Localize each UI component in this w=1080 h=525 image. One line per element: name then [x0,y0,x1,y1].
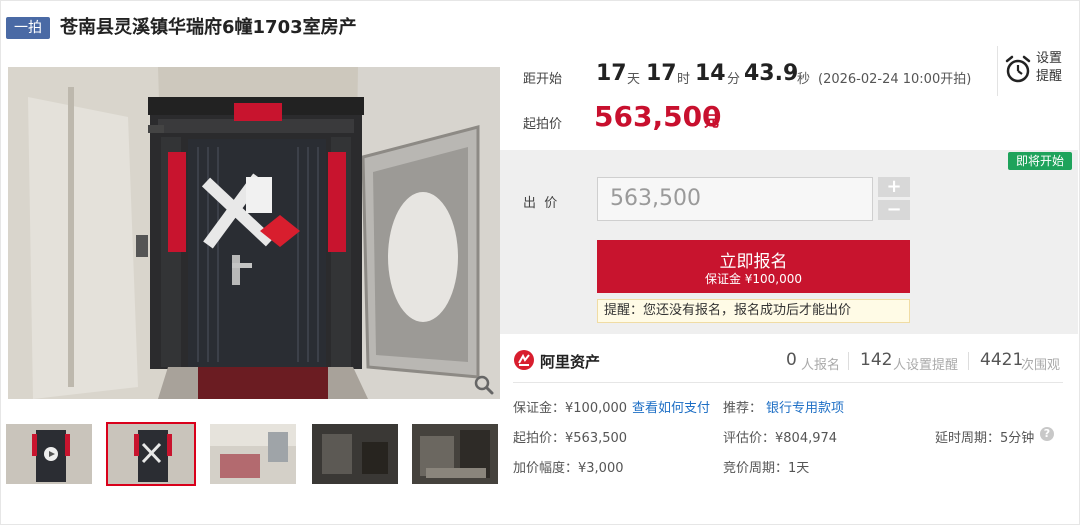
start-price-unit: 元 [704,112,720,130]
stat-divider [848,352,849,370]
org-name: 阿里资产 [540,353,601,371]
countdown-label: 距开始 [523,72,563,87]
set-reminder-line2: 提醒 [1036,69,1063,84]
set-reminder-line1: 设置 [1036,51,1063,66]
deposit-info: 保证金：¥100,000 [513,401,628,416]
reminder-count-label: 人设置提醒 [893,358,959,373]
apply-now-button[interactable]: 立即报名 保证金 ¥100,000 [597,240,910,293]
bid-label: 出 价 [523,196,558,211]
increment-info: 加价幅度：¥3,000 [513,461,624,476]
view-count: 4421 [980,350,1024,370]
increase-bid-button[interactable]: + [878,177,910,197]
countdown-panel [500,40,1078,150]
page-title: 苍南县灵溪镇华瑞府6幢1703室房产 [60,17,357,38]
bid-cycle-info: 竞价周期：1天 [723,461,810,476]
thumbnail-4[interactable] [312,424,398,484]
countdown-minutes-unit: 分 [727,72,741,87]
section-divider [513,382,1063,383]
status-badge: 即将开始 [1008,152,1072,170]
search-icon[interactable] [474,375,494,395]
thumbnail-5[interactable] [412,424,498,484]
view-count-label: 次围观 [1021,358,1061,373]
signup-reminder-tip: 提醒：您还没有报名，报名成功后才能出价 [597,299,910,323]
countdown-hours-unit: 时 [677,72,691,87]
countdown-seconds-unit: 秒 [797,72,811,87]
auction-round-badge: 一拍 [6,17,50,39]
bank-account-link[interactable]: 银行专用款项 [766,397,844,416]
recommend-label: 推荐： [723,401,763,416]
appraisal-info: 评估价：¥804,974 [723,431,838,446]
thumbnail-3[interactable] [210,424,296,484]
thumbnail-2[interactable] [106,422,196,486]
auction-start-time: (2026-02-24 10:00开拍) [818,72,972,87]
countdown-minutes: 14 [695,61,726,86]
alarm-clock-icon [1005,55,1031,83]
signup-count-label: 人报名 [801,358,841,373]
countdown-days: 17 [596,61,627,86]
start-price-info: 起拍价：¥563,500 [513,431,628,446]
countdown-hours: 17 [646,61,677,86]
set-reminder-label[interactable]: 设置 提醒 [1036,50,1076,86]
how-to-pay-link[interactable]: 查看如何支付 [632,397,710,416]
reminder-count: 142 [860,350,893,370]
thumbnail-1[interactable] [6,424,92,484]
bid-amount-input[interactable]: 563,500 [597,177,873,221]
delay-period-info: 延时周期：5分钟 [935,431,1035,446]
stat-divider [968,352,969,370]
door-photo-illustration [8,67,500,399]
signup-count: 0 [786,350,797,370]
start-price-value: 563,500 [594,100,722,133]
decrease-bid-button[interactable]: − [878,200,910,220]
ali-assets-logo-icon [513,349,535,371]
main-photo[interactable] [8,67,500,399]
apply-deposit-label: 保证金 ¥100,000 [704,272,803,286]
apply-now-label: 立即报名 [719,252,788,272]
countdown-seconds: 43.9 [744,61,799,86]
start-price-label: 起拍价 [523,117,563,132]
help-icon[interactable]: ? [1040,427,1054,441]
countdown-days-unit: 天 [627,72,641,87]
